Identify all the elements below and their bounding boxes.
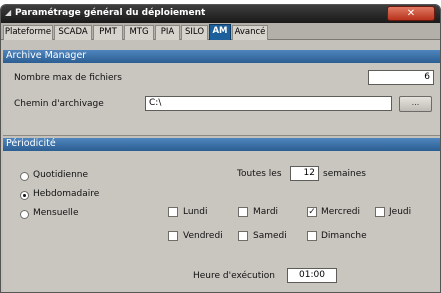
radio-quotidienne-label: Quotidienne	[33, 170, 89, 180]
radio-hebdomadaire[interactable]	[20, 191, 29, 200]
tab-scada[interactable]: SCADA	[54, 25, 92, 40]
checkbox-dimanche[interactable]	[307, 231, 317, 241]
periodicity-header: Périodicité	[3, 138, 440, 151]
checkbox-mardi[interactable]	[238, 207, 248, 217]
radio-quotidienne[interactable]	[20, 172, 29, 181]
max-files-input[interactable]: 6	[368, 70, 434, 85]
day-label-vendredi: Vendredi	[183, 231, 223, 241]
browse-button[interactable]: ...	[399, 96, 432, 112]
tab-silo[interactable]: SILO	[181, 25, 208, 40]
day-label-mercredi: Mercredi	[321, 207, 361, 217]
archive-path-input[interactable]: C:\	[145, 96, 392, 111]
day-label-dimanche: Dimanche	[321, 231, 367, 241]
radio-mensuelle[interactable]	[20, 210, 29, 219]
exec-time-input[interactable]: 01:00	[287, 268, 337, 283]
radio-hebdomadaire-label: Hebdomadaire	[33, 189, 100, 199]
checkbox-samedi[interactable]	[238, 231, 248, 241]
archive-path-label: Chemin d'archivage	[14, 99, 104, 109]
window-menu-icon[interactable]: ◢	[5, 8, 11, 17]
day-label-jeudi: Jeudi	[389, 207, 412, 217]
radio-mensuelle-label: Mensuelle	[33, 208, 79, 218]
checkmark-icon: ✓	[308, 207, 316, 217]
tab-bar: Plateforme SCADA PMT MTG PIA SILO AM Ava…	[1, 23, 440, 40]
close-button[interactable]: ✕	[387, 6, 435, 21]
close-icon: ✕	[406, 8, 416, 19]
checkbox-vendredi[interactable]	[168, 231, 178, 241]
exec-time-label: Heure d'exécution	[193, 271, 275, 281]
tab-pia[interactable]: PIA	[155, 25, 180, 40]
tab-plateforme[interactable]: Plateforme	[3, 25, 53, 40]
tab-pmt[interactable]: PMT	[93, 25, 123, 40]
weeks-label: semaines	[323, 169, 366, 179]
archive-manager-header: Archive Manager	[3, 50, 440, 63]
weeks-count-input[interactable]: 12	[290, 166, 319, 181]
day-label-mardi: Mardi	[253, 207, 279, 217]
tab-mtg[interactable]: MTG	[124, 25, 154, 40]
checkbox-lundi[interactable]	[168, 207, 178, 217]
day-label-lundi: Lundi	[183, 207, 208, 217]
max-files-label: Nombre max de fichiers	[14, 73, 122, 83]
settings-window: ◢ Paramétrage général du déploiement ✕ P…	[0, 4, 441, 293]
day-label-samedi: Samedi	[253, 231, 287, 241]
periodicity-panel: Quotidienne Hebdomadaire Mensuelle Toute…	[3, 151, 440, 292]
section-divider	[3, 135, 440, 136]
archive-manager-panel: Nombre max de fichiers 6 Chemin d'archiv…	[3, 63, 440, 135]
tab-am[interactable]: AM	[209, 24, 231, 40]
checkbox-jeudi[interactable]	[375, 207, 385, 217]
title-bar: ◢ Paramétrage général du déploiement ✕	[1, 5, 440, 23]
window-title: Paramétrage général du déploiement	[15, 8, 206, 18]
every-label: Toutes les	[237, 169, 282, 179]
checkbox-mercredi[interactable]: ✓	[307, 207, 317, 217]
tab-avance[interactable]: Avancé	[232, 25, 268, 40]
